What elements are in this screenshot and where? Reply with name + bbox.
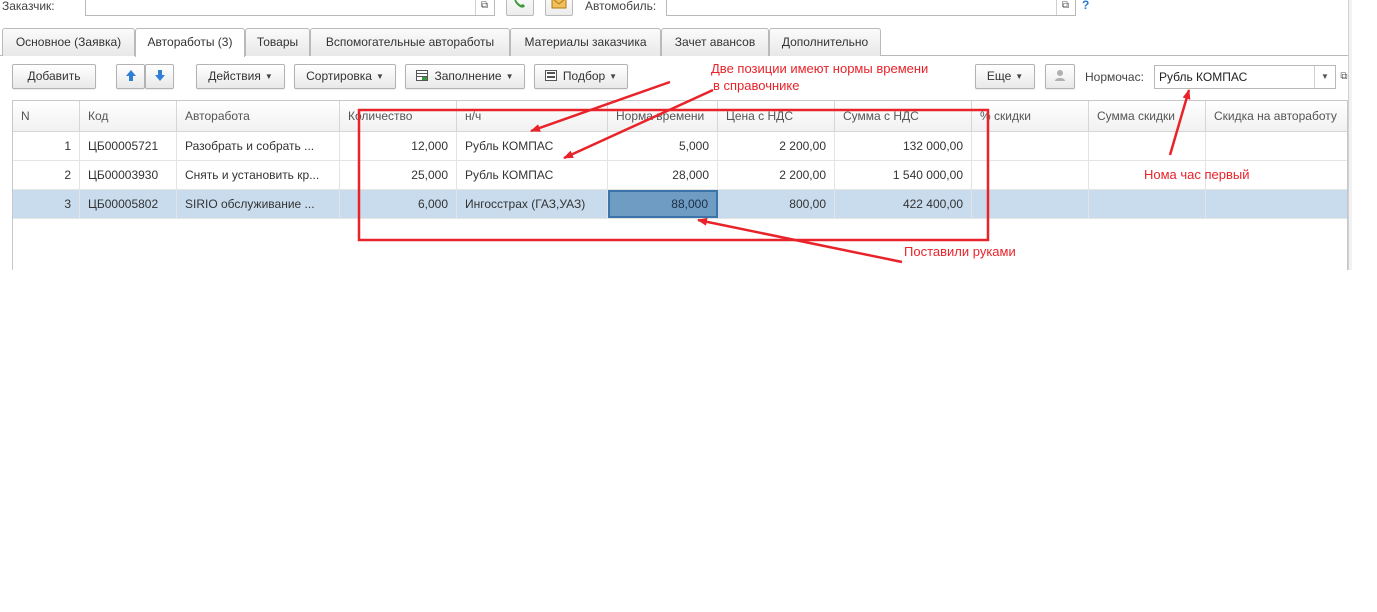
column-header[interactable]: N [13, 101, 80, 132]
open-external-icon[interactable]: ⧉ [475, 0, 493, 15]
cell-sum[interactable]: 1 540 000,00 [835, 161, 972, 189]
customer-label: Заказчик: [2, 0, 55, 13]
cell-qty[interactable]: 12,000 [340, 132, 457, 160]
chevron-down-icon: ▼ [609, 72, 618, 82]
cell-norm-hour[interactable]: Ингосстрах (ГАЗ,УАЗ) [457, 190, 608, 218]
add-button[interactable]: Добавить [12, 64, 96, 89]
cell-disc-work[interactable] [1206, 190, 1347, 218]
arrow-down-icon[interactable] [145, 64, 174, 89]
column-header[interactable]: Авторабота [177, 101, 340, 132]
pick-icon [544, 66, 557, 81]
cell-sum[interactable]: 132 000,00 [835, 132, 972, 160]
tab-bar: Основное (Заявка) Автоработы (3) Товары … [0, 28, 1352, 57]
cell-norm-hour[interactable]: Рубль КОМПАС [457, 161, 608, 189]
customer-field[interactable] [85, 0, 495, 16]
document-form: Заказчик: ⧉ Автомобиль: ⧉ ? Основное (За… [0, 0, 1352, 270]
car-field[interactable] [666, 0, 1076, 16]
tab-autoworks[interactable]: Автоработы (3) [135, 28, 245, 57]
chevron-down-icon: ▼ [505, 72, 514, 82]
cell-n[interactable]: 1 [13, 132, 80, 160]
column-header[interactable]: Цена с НДС [718, 101, 835, 132]
cell-disc-pct[interactable] [972, 132, 1089, 160]
cell-disc-sum[interactable] [1089, 190, 1206, 218]
tab-goods[interactable]: Товары [245, 28, 310, 56]
column-header[interactable]: Сумма с НДС [835, 101, 972, 132]
chevron-down-icon[interactable]: ▼ [1314, 66, 1335, 88]
actions-label: Действия [208, 69, 261, 83]
car-label: Автомобиль: [585, 0, 657, 13]
cell-code[interactable]: ЦБ00005802 [80, 190, 177, 218]
annotation-note-1: Две позиции имеют нормы времени в справо… [711, 61, 928, 93]
annotation-note-2: Нома час первый [1144, 167, 1250, 182]
chevron-down-icon: ▼ [375, 72, 384, 82]
column-header[interactable]: Сумма скидки [1089, 101, 1206, 132]
fill-menu-button[interactable]: Заполнение ▼ [405, 64, 525, 89]
cell-code[interactable]: ЦБ00005721 [80, 132, 177, 160]
tab-customer-materials[interactable]: Материалы заказчика [510, 28, 661, 56]
cell-disc-pct[interactable] [972, 161, 1089, 189]
column-header[interactable]: Норма времени [608, 101, 718, 132]
open-external-icon[interactable]: ⧉ [1056, 0, 1074, 15]
cell-price[interactable]: 2 200,00 [718, 161, 835, 189]
mail-icon[interactable] [545, 0, 573, 16]
column-header[interactable]: н/ч [457, 101, 608, 132]
column-header[interactable]: Количество [340, 101, 457, 132]
fill-table-icon [416, 66, 429, 81]
form-right-border [1348, 0, 1352, 270]
cell-norm-time-current[interactable]: 88,000 [608, 190, 718, 218]
phone-icon[interactable] [506, 0, 534, 16]
cell-work[interactable]: Разобрать и собрать ... [177, 132, 340, 160]
cell-work[interactable]: Снять и установить кр... [177, 161, 340, 189]
cell-n[interactable]: 3 [13, 190, 80, 218]
column-header[interactable]: Код [80, 101, 177, 132]
cell-n[interactable]: 2 [13, 161, 80, 189]
table-row-selected[interactable]: 3 ЦБ00005802 SIRIO обслуживание ... 6,00… [13, 190, 1347, 219]
norm-hour-field[interactable]: Рубль КОМПАС [1154, 65, 1336, 89]
more-label: Еще [986, 69, 1012, 83]
user-icon[interactable] [1045, 64, 1075, 89]
more-menu-button[interactable]: Еще ▼ [975, 64, 1035, 89]
annotation-text: Две позиции имеют нормы времени [711, 61, 929, 76]
annotation-note-3: Поставили руками [904, 244, 1016, 259]
annotation-text: в справочнике [713, 78, 800, 93]
tab-advances[interactable]: Зачет авансов [661, 28, 769, 56]
cell-sum[interactable]: 422 400,00 [835, 190, 972, 218]
cell-norm-time[interactable]: 5,000 [608, 132, 718, 160]
norm-hour-label: Нормочас: [1085, 70, 1144, 84]
pick-label: Подбор [562, 69, 606, 83]
fill-label: Заполнение [434, 69, 502, 83]
cell-price[interactable]: 800,00 [718, 190, 835, 218]
tab-aux-works[interactable]: Вспомогательные автоработы [310, 28, 510, 56]
arrow-up-icon[interactable] [116, 64, 145, 89]
chevron-down-icon: ▼ [1015, 72, 1024, 82]
cell-norm-hour[interactable]: Рубль КОМПАС [457, 132, 608, 160]
chevron-down-icon: ▼ [264, 72, 273, 82]
actions-menu-button[interactable]: Действия ▼ [196, 64, 285, 89]
tab-additional[interactable]: Дополнительно [769, 28, 881, 56]
tab-main[interactable]: Основное (Заявка) [2, 28, 135, 56]
column-header[interactable]: Скидка на автоработу [1206, 101, 1347, 132]
cell-disc-pct[interactable] [972, 190, 1089, 218]
sort-menu-button[interactable]: Сортировка ▼ [294, 64, 396, 89]
sort-label: Сортировка [306, 69, 372, 83]
cell-disc-sum[interactable] [1089, 132, 1206, 160]
cell-price[interactable]: 2 200,00 [718, 132, 835, 160]
cell-disc-work[interactable] [1206, 132, 1347, 160]
pick-menu-button[interactable]: Подбор ▼ [534, 64, 628, 89]
cell-work[interactable]: SIRIO обслуживание ... [177, 190, 340, 218]
cell-norm-time[interactable]: 28,000 [608, 161, 718, 189]
column-header[interactable]: % скидки [972, 101, 1089, 132]
cell-code[interactable]: ЦБ00003930 [80, 161, 177, 189]
cell-qty[interactable]: 6,000 [340, 190, 457, 218]
cell-qty[interactable]: 25,000 [340, 161, 457, 189]
autoworks-table: N Код Авторабота Количество н/ч Норма вр… [12, 100, 1348, 270]
help-icon[interactable]: ? [1082, 0, 1089, 12]
table-row[interactable]: 1 ЦБ00005721 Разобрать и собрать ... 12,… [13, 132, 1347, 161]
